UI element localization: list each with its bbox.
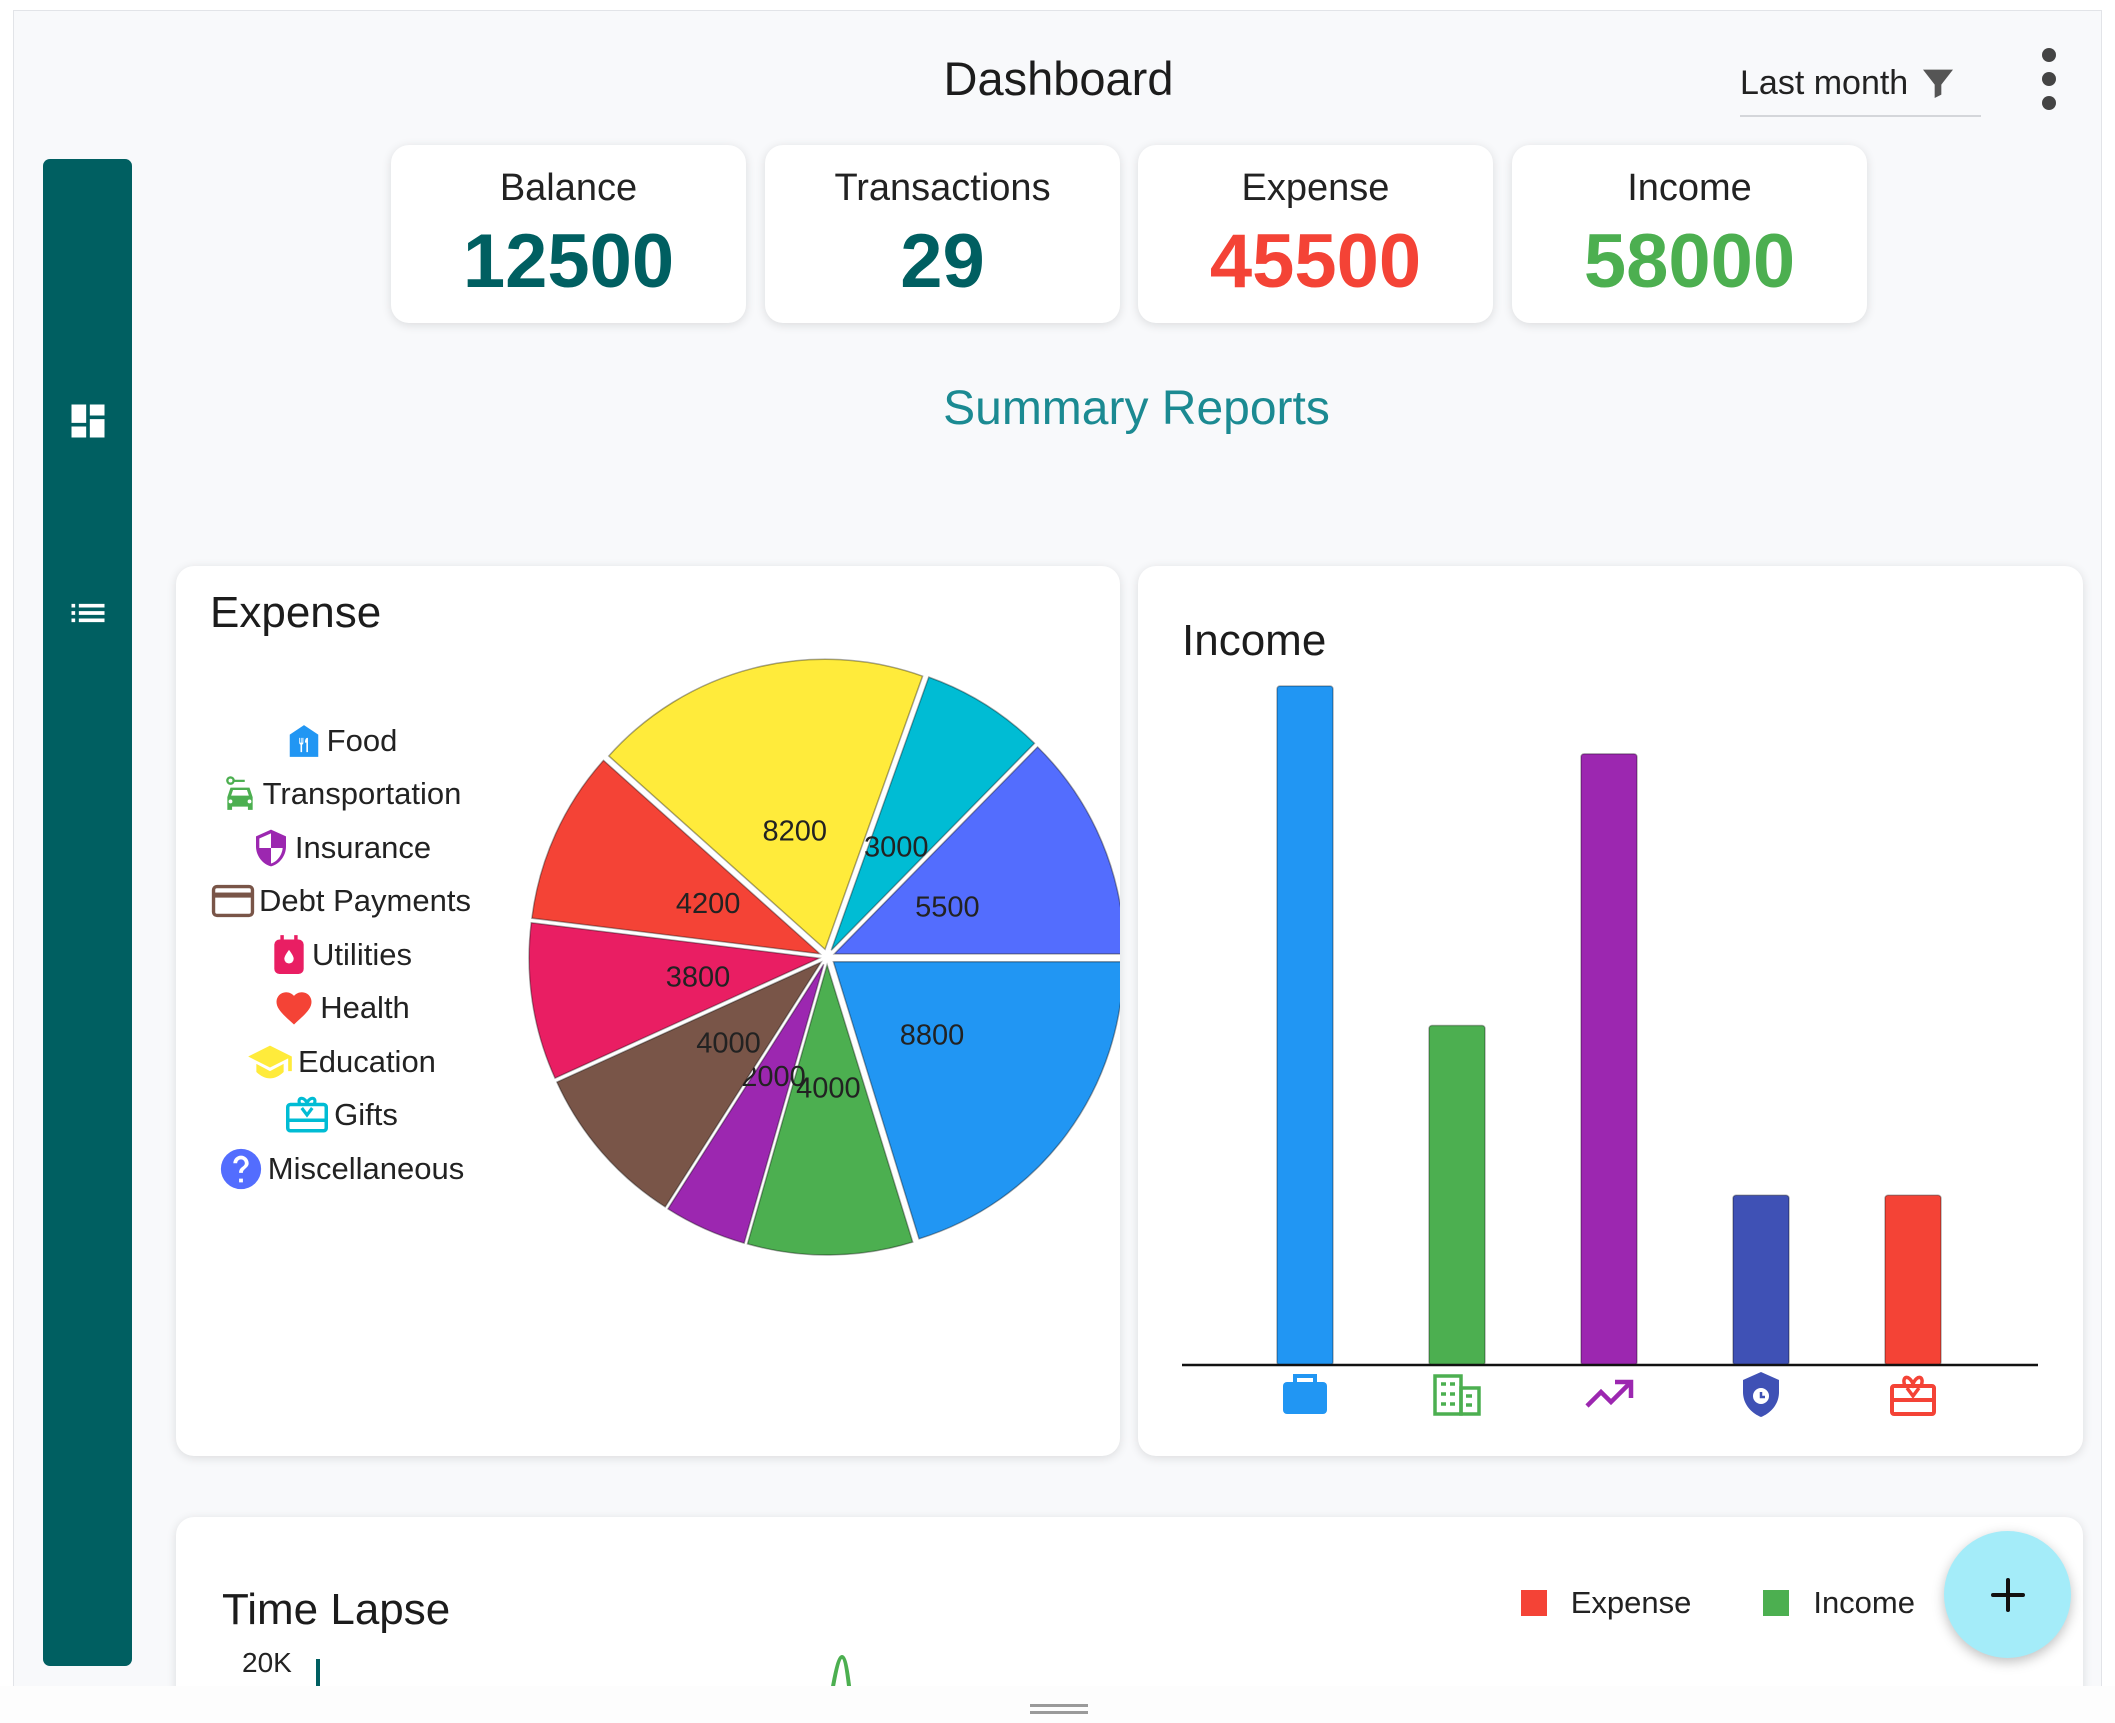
transactions-label: Transactions: [834, 167, 1051, 209]
trending-up-icon: [1585, 1379, 1634, 1408]
expense-total-card: Expense 45500: [1138, 145, 1493, 323]
income-legend-swatch: [1763, 1590, 1790, 1616]
filter-icon: [1923, 69, 1954, 98]
income-bar-chart: [1182, 685, 2038, 1417]
timelapse-chart-card: Time Lapse 20K Expense Income: [176, 1517, 2083, 1686]
expense-total-value: 45500: [1209, 219, 1422, 304]
pie-slice-label: 5500: [915, 892, 980, 924]
income-bar: [1428, 1024, 1486, 1366]
expense-chart-card: Expense Food Transportation Insurance De…: [176, 566, 1120, 1456]
list-icon: [71, 603, 104, 622]
expense-legend-label: Expense: [1570, 1585, 1692, 1620]
income-chart-card: Income: [1138, 566, 2083, 1456]
pie-slice-label: 4000: [696, 1028, 761, 1060]
expense-legend-swatch: [1520, 1590, 1547, 1616]
bottom-drag-handle[interactable]: [0, 1686, 2115, 1723]
period-filter-label: Last month: [1740, 63, 1909, 102]
income-total-value: 58000: [1583, 219, 1796, 304]
summary-reports-heading: Summary Reports: [943, 382, 1330, 435]
income-bar: [1732, 1194, 1790, 1366]
pie-slice-label: 4200: [676, 888, 741, 920]
income-bar: [1276, 685, 1334, 1366]
add-icon: [1990, 1577, 2025, 1612]
nav-transactions-button[interactable]: [61, 586, 114, 639]
timelapse-legend: Expense Income: [1520, 1585, 1915, 1621]
app-window: Dashboard Last month Balance 12500 Trans…: [13, 10, 2102, 1686]
pie-slice-label: 3800: [666, 962, 731, 994]
pie-slice-label: 8800: [900, 1019, 965, 1051]
add-transaction-button[interactable]: [1944, 1531, 2071, 1658]
income-bar: [1580, 753, 1638, 1366]
expense-total-label: Expense: [1241, 167, 1390, 209]
income-total-card: Income 58000: [1512, 145, 1867, 323]
transactions-value: 29: [900, 219, 985, 304]
income-legend-label: Income: [1813, 1585, 1915, 1620]
pie-slice-label: 3000: [864, 831, 929, 863]
drag-handle-bars: [1030, 1704, 1088, 1714]
security-icon: [1743, 1372, 1779, 1417]
balance-card: Balance 12500: [391, 145, 746, 323]
expense-pie-chart: 8800400020004000380042008200 30005500: [528, 658, 1120, 1256]
building-icon: [1433, 1374, 1481, 1416]
income-bar: [1884, 1194, 1942, 1366]
period-filter-dropdown[interactable]: Last month: [1740, 51, 1981, 117]
transactions-card: Transactions 29: [765, 145, 1120, 323]
balance-value: 12500: [462, 219, 675, 304]
briefcase-icon: [1283, 1374, 1327, 1414]
gift-card-icon: [1890, 1375, 1936, 1416]
balance-label: Balance: [499, 167, 638, 209]
income-total-label: Income: [1627, 167, 1752, 209]
pie-slice-label: 8200: [763, 816, 828, 848]
pie-slice-label: 4000: [796, 1072, 861, 1104]
more-options-button[interactable]: [2029, 41, 2069, 117]
more-vert-icon: [2042, 48, 2056, 110]
